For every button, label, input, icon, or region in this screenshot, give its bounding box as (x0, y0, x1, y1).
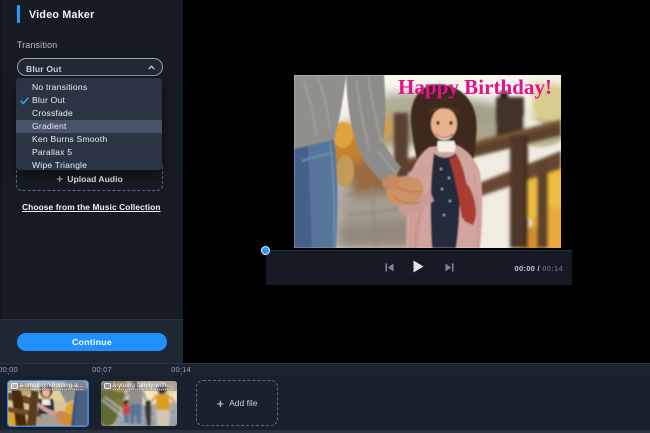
svg-text:Happy Birthday!: Happy Birthday! (398, 75, 552, 99)
